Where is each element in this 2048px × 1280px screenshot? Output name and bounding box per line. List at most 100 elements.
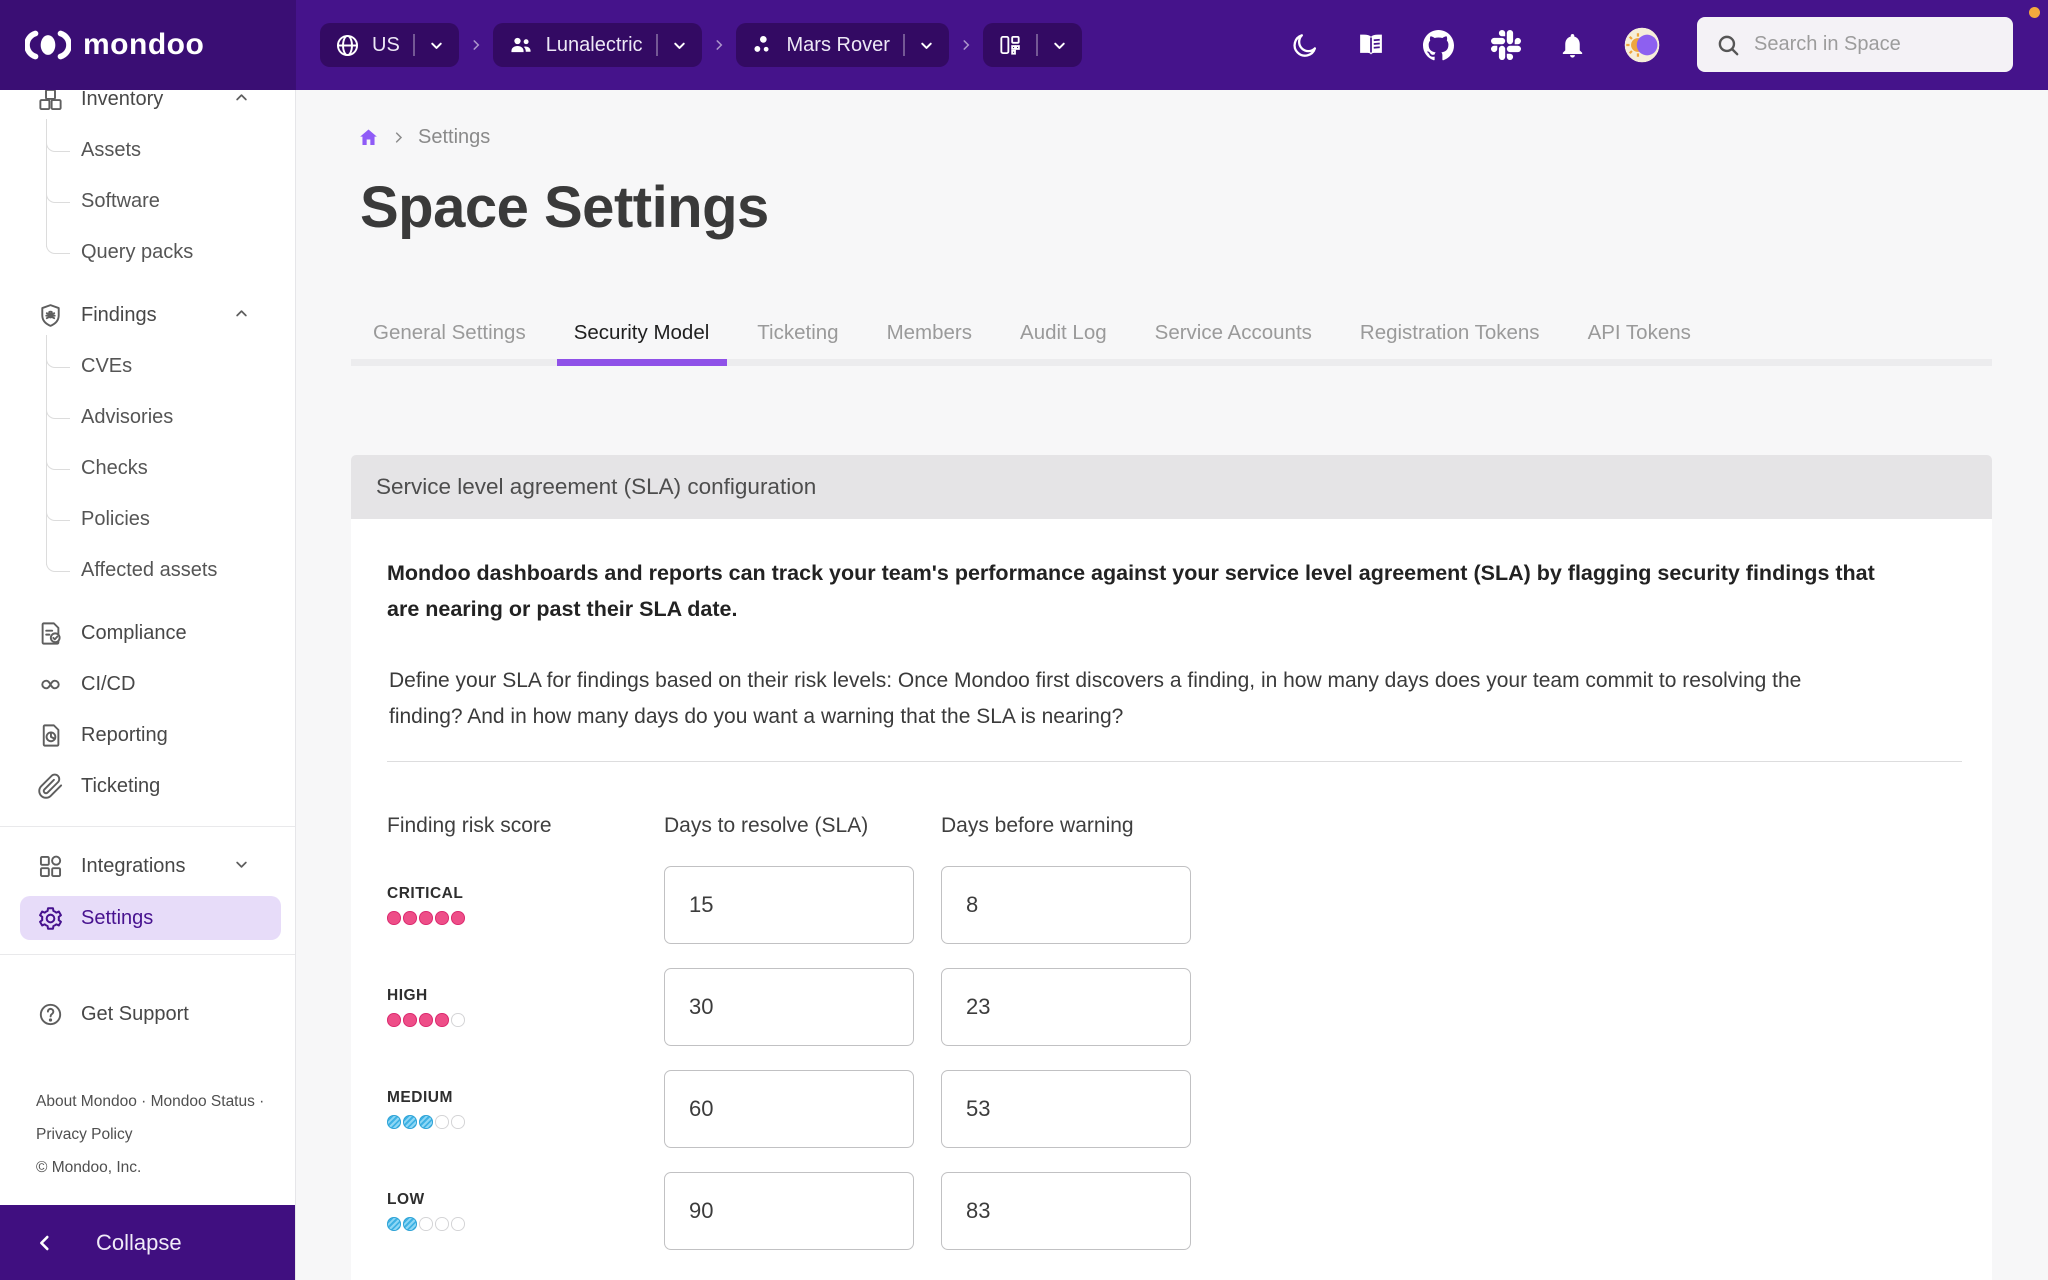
sidebar-item-label: Integrations: [81, 855, 186, 878]
gear-icon: [36, 904, 64, 932]
home-icon[interactable]: [358, 127, 379, 148]
top-bar: mondoo US Lunalectric Mars Rover: [0, 0, 2048, 90]
sidebar-item-software[interactable]: Software: [0, 176, 295, 227]
view-selector[interactable]: [983, 23, 1082, 67]
days-before-warning-cell: [941, 968, 1193, 1046]
severity-dot: [435, 1217, 449, 1231]
sidebar-subitem-label: Checks: [81, 457, 148, 480]
breadcrumb-separator-icon: [391, 130, 406, 145]
dark-mode-toggle[interactable]: [1290, 31, 1319, 60]
sidebar-item-ci-cd[interactable]: CI/CD: [0, 659, 295, 710]
organization-selector[interactable]: Lunalectric: [493, 23, 702, 67]
tab-security-model[interactable]: Security Model: [557, 306, 727, 359]
sidebar-item-advisories[interactable]: Advisories: [0, 392, 295, 443]
sla-resolve-input-medium[interactable]: [664, 1070, 914, 1148]
column-days-to-resolve: Days to resolve (SLA): [664, 814, 941, 838]
severity-dot: [387, 1013, 401, 1027]
dashboard-icon: [997, 32, 1023, 58]
sidebar-subitem-label: CVEs: [81, 355, 132, 378]
sla-resolve-input-high[interactable]: [664, 968, 914, 1046]
scope-separator-icon: [712, 38, 726, 52]
mondoo-logo-icon: [25, 28, 71, 62]
chevron-left-icon: [34, 1232, 56, 1254]
collapse-label: Collapse: [96, 1230, 182, 1256]
collapse-sidebar-button[interactable]: Collapse: [0, 1205, 296, 1280]
sidebar-item-ticketing[interactable]: Ticketing: [0, 761, 295, 812]
severity-dots: [387, 1013, 664, 1027]
sidebar-subitems: CVEs Advisories Checks Policies Affected ass…: [0, 341, 295, 596]
region-selector[interactable]: US: [320, 23, 459, 67]
scope-separator-icon: [469, 38, 483, 52]
footer-links-line[interactable]: About Mondoo · Mondoo Status ·: [36, 1085, 264, 1118]
sidebar-subitem-label: Affected assets: [81, 559, 217, 582]
app-window: mondoo US Lunalectric Mars Rover Inventory…: [0, 0, 2048, 1280]
user-avatar[interactable]: [1624, 27, 1660, 63]
sidebar-item-compliance[interactable]: Compliance: [0, 608, 295, 659]
tab-api-tokens[interactable]: API Tokens: [1571, 306, 1708, 359]
sidebar-subitem-label: Policies: [81, 508, 150, 531]
sidebar-item-inventory[interactable]: Inventory: [0, 90, 295, 125]
risk-score-cell: LOW: [387, 1191, 664, 1231]
github-button[interactable]: [1423, 30, 1454, 61]
tab-audit-log[interactable]: Audit Log: [1003, 306, 1124, 359]
search-box[interactable]: [1697, 17, 2013, 72]
integrations-icon: [36, 853, 64, 881]
main-content: Settings Space Settings General Settings…: [296, 90, 2048, 1280]
space-selector[interactable]: Mars Rover: [736, 23, 949, 67]
sidebar-item-settings[interactable]: Settings: [20, 896, 281, 940]
infinity-icon: [36, 671, 64, 699]
sidebar-item-affected-assets[interactable]: Affected assets: [0, 545, 295, 596]
tab-general-settings[interactable]: General Settings: [356, 306, 543, 359]
sidebar-item-label: Settings: [81, 907, 153, 930]
severity-dot: [403, 1217, 417, 1231]
sidebar-subitem-label: Assets: [81, 139, 141, 162]
paperclip-icon: [36, 773, 64, 801]
globe-icon: [334, 32, 361, 59]
severity-dot: [435, 1013, 449, 1027]
sla-warning-input-critical[interactable]: [941, 866, 1191, 944]
privacy-policy-link[interactable]: Privacy Policy: [36, 1118, 264, 1151]
sidebar-item-label: Findings: [81, 304, 157, 327]
chevron-up-icon[interactable]: [232, 304, 251, 328]
sidebar-item-integrations[interactable]: Integrations: [0, 841, 295, 892]
sidebar-item-reporting[interactable]: Reporting: [0, 710, 295, 761]
sidebar-item-cves[interactable]: CVEs: [0, 341, 295, 392]
docs-button[interactable]: [1356, 30, 1386, 60]
notifications-button[interactable]: [1558, 31, 1587, 60]
chevron-up-icon[interactable]: [232, 90, 251, 112]
tab-members[interactable]: Members: [870, 306, 989, 359]
tab-registration-tokens[interactable]: Registration Tokens: [1343, 306, 1557, 359]
slack-button[interactable]: [1491, 30, 1521, 60]
tab-ticketing[interactable]: Ticketing: [740, 306, 855, 359]
sla-resolve-input-low[interactable]: [664, 1172, 914, 1250]
sidebar-item-policies[interactable]: Policies: [0, 494, 295, 545]
severity-dot: [419, 1013, 433, 1027]
days-before-warning-cell: [941, 1172, 1193, 1250]
breadcrumb: Settings: [358, 126, 490, 149]
chevron-down-icon[interactable]: [232, 855, 251, 879]
chevron-down-icon: [428, 37, 445, 54]
tab-service-accounts[interactable]: Service Accounts: [1138, 306, 1329, 359]
sla-warning-input-high[interactable]: [941, 968, 1191, 1046]
sidebar-subitem-label: Advisories: [81, 406, 173, 429]
sla-row-critical: CRITICAL: [387, 866, 1962, 944]
sla-row-high: HIGH: [387, 968, 1962, 1046]
search-input[interactable]: [1754, 33, 1994, 56]
sla-warning-input-low[interactable]: [941, 1172, 1191, 1250]
mondoo-logo[interactable]: mondoo: [25, 0, 204, 90]
inventory-icon: [36, 90, 64, 114]
severity-dots: [387, 1217, 664, 1231]
breadcrumb-current[interactable]: Settings: [418, 126, 490, 149]
compliance-icon: [36, 620, 64, 648]
sla-resolve-input-critical[interactable]: [664, 866, 914, 944]
sidebar-item-assets[interactable]: Assets: [0, 125, 295, 176]
sidebar-item-findings[interactable]: Findings: [0, 290, 295, 341]
sidebar-item-checks[interactable]: Checks: [0, 443, 295, 494]
days-to-resolve-cell: [664, 866, 941, 944]
sidebar-item-get-support[interactable]: Get Support: [0, 989, 295, 1040]
copyright-text: © Mondoo, Inc.: [36, 1151, 264, 1184]
chevron-down-icon: [918, 37, 935, 54]
sidebar-nav: Inventory Assets SoftwareQuery packs Findin…: [0, 90, 295, 1040]
sidebar-item-query-packs[interactable]: Query packs: [0, 227, 295, 278]
sla-warning-input-medium[interactable]: [941, 1070, 1191, 1148]
